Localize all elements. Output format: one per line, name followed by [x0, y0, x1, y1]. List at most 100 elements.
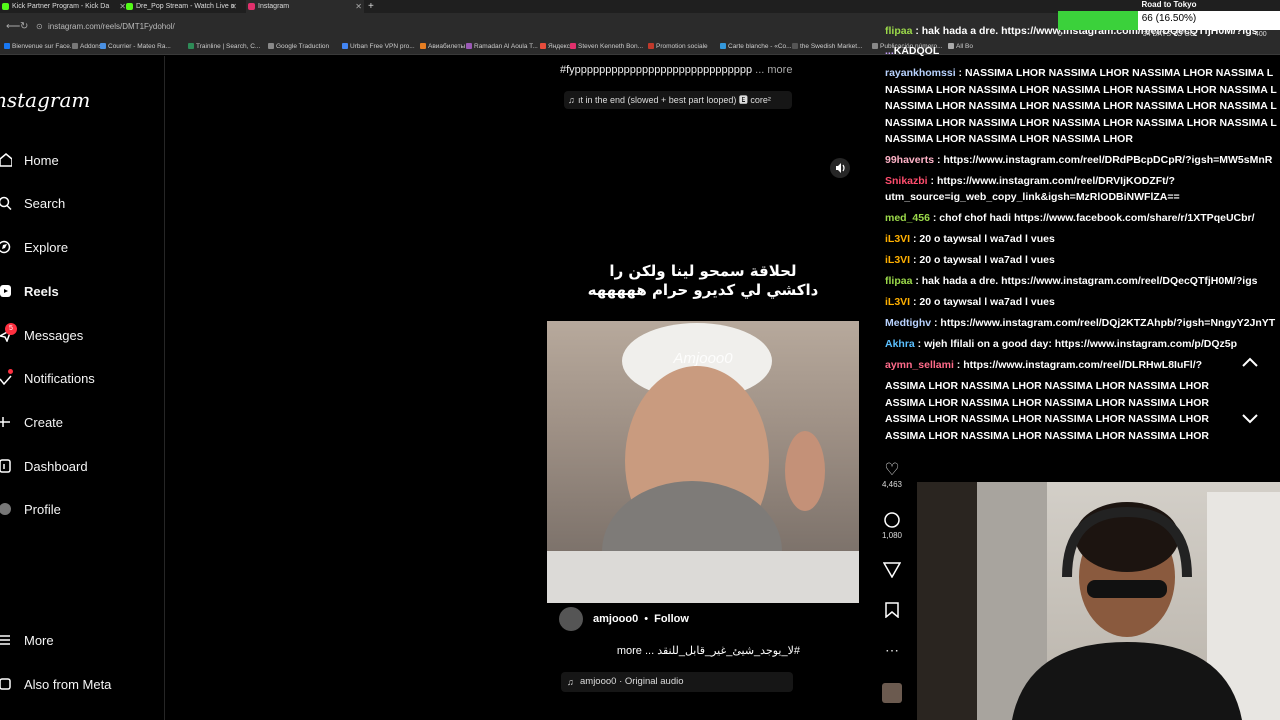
scroll-up-button[interactable]	[1232, 344, 1268, 380]
bookmark-item[interactable]: Urban Free VPN pro...	[342, 43, 415, 50]
author-name[interactable]: amjooo0	[593, 613, 638, 625]
webcam-image	[917, 482, 1280, 720]
nav-create[interactable]: Create	[0, 410, 63, 434]
messages-icon: 5	[0, 323, 17, 343]
bookmark-label: Carte blanche - «Co...	[728, 43, 792, 50]
reload-icon[interactable]: ↻	[20, 21, 28, 32]
chat-message: ASSIMA LHOR NASSIMA LHOR NASSIMA LHOR NA…	[885, 429, 1209, 442]
goal-title: Road to Tokyo	[1141, 0, 1197, 9]
chat-username: flipaa	[885, 25, 913, 37]
bookmark-item[interactable]: Courrier - Mateo Ra...	[100, 43, 171, 50]
nav-dashboard[interactable]: Dashboard	[0, 454, 88, 478]
new-tab-button[interactable]: +	[368, 0, 380, 13]
bookmark-item[interactable]: Яндекс	[540, 43, 570, 50]
back-icon[interactable]: ⟵	[6, 21, 20, 32]
chevron-down-icon	[1242, 414, 1258, 424]
site-info-icon[interactable]: ⊙	[36, 22, 43, 31]
audio-thumbnail[interactable]	[878, 683, 906, 705]
nav-label: Reels	[24, 283, 59, 299]
chat-username: Snikazbi	[885, 175, 928, 187]
chat-text: : 20 o taywsal l wa7ad l vues	[910, 233, 1055, 245]
instagram-logo[interactable]: nstagram	[0, 88, 90, 112]
chat-text: : hak hada a dre. https://www.instagram.…	[912, 275, 1258, 287]
chat-username: flipaa	[885, 275, 913, 287]
browser-tab-active[interactable]: Instagram ✕	[246, 0, 364, 13]
nav-explore[interactable]: Explore	[0, 235, 68, 259]
bookmark-favicon-icon	[420, 43, 426, 49]
bookmark-favicon-icon	[720, 43, 726, 49]
nav-notifications[interactable]: Notifications	[0, 366, 95, 390]
chat-message: ASSIMA LHOR NASSIMA LHOR NASSIMA LHOR NA…	[885, 413, 1209, 426]
nav-more[interactable]: More	[0, 628, 54, 652]
bookmark-favicon-icon	[648, 43, 654, 49]
chat-message: ASSIMA LHOR NASSIMA LHOR NASSIMA LHOR NA…	[885, 380, 1209, 392]
close-icon[interactable]: ✕	[230, 0, 237, 13]
nav-search[interactable]: Search	[0, 191, 65, 215]
meta-icon	[0, 677, 12, 691]
bookmark-item[interactable]: the Swedish Market...	[792, 43, 863, 50]
bookmark-item[interactable]: Авиабилеты	[420, 43, 465, 50]
more-link[interactable]: ... more	[755, 64, 792, 76]
bookmark-item[interactable]: Addons	[72, 43, 102, 50]
chat-username: iL3VI	[885, 233, 911, 245]
home-icon	[0, 153, 13, 167]
comment-icon	[884, 512, 900, 528]
avatar[interactable]	[559, 607, 583, 631]
bookmark-item[interactable]: Promotion sociale	[648, 43, 708, 50]
reel-audio[interactable]: ♫ amjooo0 · Original audio	[561, 672, 793, 692]
bookmark-item[interactable]: Carte blanche - «Co...	[720, 43, 792, 50]
more-options-button[interactable]: ⋯	[878, 642, 906, 659]
chat-text: : https://www.instagram.com/reel/DLRHwL8…	[953, 359, 1203, 371]
nav-label: Home	[24, 152, 59, 168]
reel-caption[interactable]: #لا_يوجد_شيئ_غير_قابل_للنقد ... more	[560, 644, 800, 657]
speaker-icon[interactable]	[830, 158, 850, 178]
nav-label: Dashboard	[24, 458, 88, 474]
bookmark-label: Urban Free VPN pro...	[350, 43, 415, 50]
plus-icon	[0, 415, 12, 429]
search-icon	[0, 196, 12, 211]
nav-home[interactable]: Home	[0, 148, 59, 172]
chat-message: NASSIMA LHOR NASSIMA LHOR NASSIMA LHOR N…	[885, 83, 1280, 97]
chat-text: : wjeh lfilali on a good day: https://ww…	[914, 338, 1237, 350]
bookmark-label: Яндекс	[548, 43, 570, 50]
nav-label: Also from Meta	[24, 676, 112, 692]
bookmark-item[interactable]: Trainline | Search, C...	[188, 43, 260, 50]
nav-also-from-meta[interactable]: Also from Meta	[0, 672, 111, 696]
nav-profile[interactable]: Profile	[0, 497, 61, 521]
like-count: 4,463	[881, 480, 903, 489]
browser-tab[interactable]: Kick Partner Program - Kick Da ✕	[0, 0, 128, 13]
dashboard-icon	[0, 459, 12, 473]
follow-button[interactable]: Follow	[654, 613, 689, 625]
prev-reel-audio[interactable]: ♫ ıt in the end (slowed + best part loope…	[564, 91, 792, 109]
reels-icon	[0, 284, 12, 298]
nav-label: Explore	[24, 239, 69, 255]
chat-message: ASSIMA LHOR NASSIMA LHOR NASSIMA LHOR NA…	[885, 396, 1209, 409]
bookmark-favicon-icon	[4, 43, 10, 49]
reel-watermark: Amjooo0	[673, 350, 733, 367]
instagram-icon	[248, 3, 255, 10]
heart-icon: ♡	[884, 460, 900, 479]
bookmark-item[interactable]: Ramadan Al Aoula T...	[466, 43, 538, 50]
close-icon[interactable]: ✕	[355, 0, 362, 13]
nav-messages[interactable]: 5 Messages	[0, 323, 83, 347]
chat-message: iL3VI : 20 o taywsal l wa7ad l vues	[885, 295, 1280, 309]
chat-username: ...	[885, 45, 894, 57]
comment-count: 1,080	[881, 531, 903, 540]
scroll-down-button[interactable]	[1232, 400, 1268, 436]
bookmark-item[interactable]: Bienvenue sur Face...	[4, 43, 75, 50]
save-button[interactable]	[878, 602, 906, 620]
bookmark-item[interactable]: Google Traduction	[268, 43, 329, 50]
chat-message: Medtighv : https://www.instagram.com/ree…	[885, 316, 1280, 330]
bookmark-favicon-icon	[268, 43, 274, 49]
comment-button[interactable]: 1,080	[878, 511, 906, 540]
browser-tab[interactable]: Dre_Pop Stream - Watch Live o ✕	[124, 0, 239, 13]
bookmark-item[interactable]: Steven Kenneth Bon...	[570, 43, 643, 50]
bookmark-label: Addons	[80, 43, 103, 50]
nav-reels[interactable]: Reels	[0, 279, 59, 303]
stream-chat-overlay: flipaa : hak hada a dre. https://www.ins…	[885, 20, 1280, 450]
share-button[interactable]	[878, 562, 906, 580]
chat-username: rayankhomssi	[885, 67, 956, 79]
url-field[interactable]: instagram.com/reels/DMT1Fydohol/	[48, 22, 175, 31]
ellipsis-icon: ⋯	[885, 642, 899, 658]
like-button[interactable]: ♡ 4,463	[878, 460, 906, 489]
